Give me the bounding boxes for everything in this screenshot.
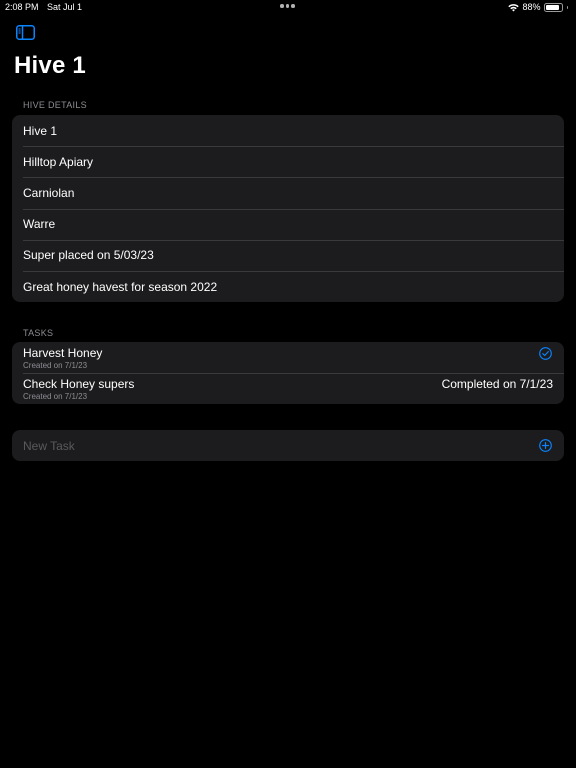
battery-icon <box>543 2 563 12</box>
page-title: Hive 1 <box>14 52 86 79</box>
task-title: Harvest Honey <box>23 346 103 360</box>
task-completed-date: Completed on 7/1/23 <box>441 377 553 391</box>
battery-percent: 88% <box>522 2 541 12</box>
new-task-input[interactable] <box>23 430 523 461</box>
status-date: Sat Jul 1 <box>47 2 83 12</box>
multitasking-dots-icon[interactable] <box>280 2 295 8</box>
task-row-check-honey-supers[interactable]: Check Honey supers Created on 7/1/23 Com… <box>12 373 564 404</box>
status-bar: 2:08 PM Sat Jul 1 88% <box>0 0 576 16</box>
task-title: Check Honey supers <box>23 377 135 391</box>
hive-details-header: HIVE DETAILS <box>23 100 87 110</box>
hive-detail-screen: 2:08 PM Sat Jul 1 88% Hive 1 HIVE DETAIL… <box>0 0 576 768</box>
harvest-note-field[interactable]: Great honey havest for season 2022 <box>12 270 564 302</box>
tasks-header: TASKS <box>23 328 54 338</box>
apiary-field[interactable]: Hilltop Apiary <box>12 146 564 177</box>
tasks-group: Harvest Honey Created on 7/1/23 Check Ho… <box>12 342 564 404</box>
status-time: 2:08 PM <box>5 2 39 12</box>
add-circle-icon[interactable] <box>539 439 552 452</box>
hive-details-group: Hive 1 Hilltop Apiary Carniolan Warre Su… <box>12 115 564 303</box>
sidebar-toggle-icon[interactable] <box>16 25 35 40</box>
battery-nub <box>566 5 568 9</box>
status-indicators: 88% <box>508 2 568 12</box>
hive-name-field[interactable]: Hive 1 <box>12 115 564 146</box>
checkmark-circle-icon[interactable] <box>539 346 552 360</box>
wifi-icon <box>508 3 520 11</box>
super-note-field[interactable]: Super placed on 5/03/23 <box>12 239 564 271</box>
hive-type-field[interactable]: Warre <box>12 208 564 240</box>
battery-fill <box>545 4 559 10</box>
new-task-row <box>12 430 564 461</box>
task-created-date: Created on 7/1/23 <box>23 361 88 370</box>
task-created-date: Created on 7/1/23 <box>23 392 88 401</box>
breed-field[interactable]: Carniolan <box>12 177 564 208</box>
task-row-harvest-honey[interactable]: Harvest Honey Created on 7/1/23 <box>12 342 564 373</box>
